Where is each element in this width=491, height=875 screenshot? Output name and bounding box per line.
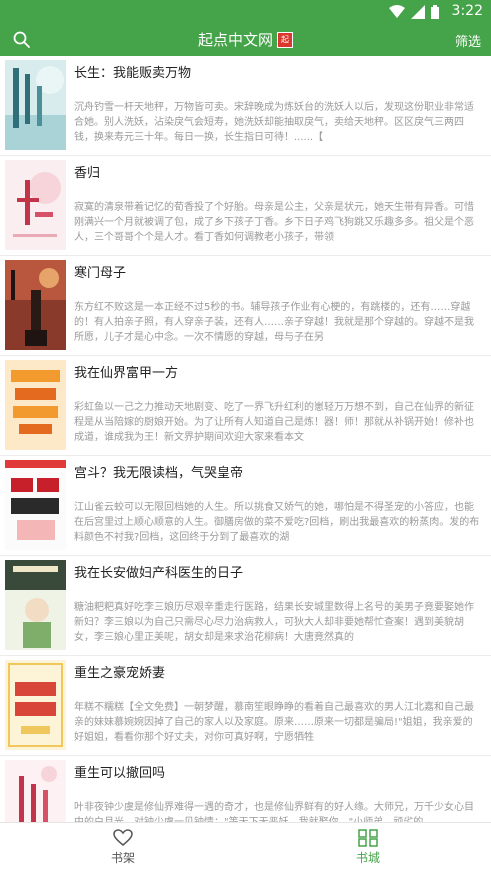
book-description: 沉舟钓雪一杆天地秤，万物皆可卖。宋辞晚成为炼妖台的洗妖人以后，发现这份职业非常适… xyxy=(74,102,474,143)
app-title: 起点中文网 xyxy=(197,31,273,49)
cover-hanmen-icon xyxy=(5,260,66,350)
book-title[interactable]: 我在仙界富甲一方 xyxy=(74,362,178,381)
app-bar: 起点中文网 起 筛选 xyxy=(0,24,491,56)
book-title[interactable]: 寒门母子 xyxy=(74,262,126,281)
battery-icon xyxy=(431,5,439,19)
book-title[interactable]: 重生之豪宠娇妻 xyxy=(74,662,165,681)
book-list-item[interactable]: 长生：我能贩卖万物 沉舟钓雪一杆天地秤，万物皆可卖。宋辞晚成为炼妖台的洗妖人以后… xyxy=(0,56,491,156)
cover-xianggui-icon xyxy=(5,160,66,250)
book-list-item[interactable]: 我在仙界富甲一方 彩虹鱼以一己之力推动天地剧变、吃了一界飞升红利的崽轻万万想不到… xyxy=(0,356,491,456)
cover-changan-icon xyxy=(5,560,66,650)
cover-haochong-icon xyxy=(5,660,66,750)
book-title[interactable]: 长生：我能贩卖万物 xyxy=(74,62,191,81)
book-title[interactable]: 我在长安做妇产科医生的日子 xyxy=(74,562,243,581)
signal-icon xyxy=(411,5,425,19)
book-title[interactable]: 香归 xyxy=(74,162,100,181)
app-title-container: 起点中文网 起 xyxy=(0,29,491,50)
book-list-item[interactable]: 重生之豪宠娇妻 年糕不糯糕【全文免费】一朝梦醒，慕南笙眼睁睁的看着自己最喜欢的男… xyxy=(0,656,491,756)
book-cover[interactable] xyxy=(5,60,66,150)
cover-gongdou-icon xyxy=(5,460,66,550)
book-list: 长生：我能贩卖万物 沉舟钓雪一杆天地秤，万物皆可卖。宋辞晚成为炼妖台的洗妖人以后… xyxy=(0,56,491,822)
logo-seal-icon: 起 xyxy=(277,31,293,48)
book-cover[interactable] xyxy=(5,660,66,750)
book-description: 江山雀云蛟可以无限回档她的人生。所以挑食又娇气的她，哪怕是不得圣宠的小答应，也能… xyxy=(74,502,480,543)
tab-bookshelf[interactable]: 书架 xyxy=(93,829,153,866)
book-title[interactable]: 宫斗？我无限读档，气哭皇帝 xyxy=(74,462,243,481)
book-cover[interactable] xyxy=(5,360,66,450)
book-list-item[interactable]: 香归 寂寞的清泉带着记忆的荀香投了个好胎。母亲是公主，父亲是状元，她天生带有异香… xyxy=(0,156,491,256)
book-description: 寂寞的清泉带着记忆的荀香投了个好胎。母亲是公主，父亲是状元，她天生带有异香。可惜… xyxy=(74,202,474,243)
status-time: 3:22 xyxy=(451,3,483,19)
tab-label: 书架 xyxy=(110,851,135,865)
book-cover[interactable] xyxy=(5,260,66,350)
cover-changsheng-icon xyxy=(5,60,66,150)
heart-icon xyxy=(113,829,133,846)
book-cover[interactable] xyxy=(5,560,66,650)
book-list-item[interactable]: 我在长安做妇产科医生的日子 糖油粑粑真好吃李三娘历尽艰辛重走行医路，结果长安城里… xyxy=(0,556,491,656)
book-cover[interactable] xyxy=(5,460,66,550)
book-title[interactable]: 重生可以撤回吗 xyxy=(74,762,165,781)
wifi-icon xyxy=(389,5,405,18)
cover-xianjie-icon xyxy=(5,360,66,450)
book-description: 年糕不糯糕【全文免费】一朝梦醒，慕南笙眼睁睁的看着自己最喜欢的男人江北嘉和自己最… xyxy=(74,702,474,743)
status-icons xyxy=(389,5,439,19)
book-list-item[interactable]: 寒门母子 东方红不败这是一本正经不过5秒的书。辅导孩子作业有心梗的，有跳楼的，还… xyxy=(0,256,491,356)
tab-label: 书城 xyxy=(355,851,380,865)
bottom-nav: 书架 书城 xyxy=(0,822,491,875)
tab-bookstore[interactable]: 书城 xyxy=(338,829,398,866)
book-description: 叶非夜钟少虞是修仙界难得一遇的奇才，也是修仙界鲜有的好人缘。大师兄，万千少女心目… xyxy=(74,802,474,822)
cover-chehui-icon xyxy=(5,760,66,822)
book-cover[interactable] xyxy=(5,760,66,822)
filter-button[interactable]: 筛选 xyxy=(455,31,481,50)
book-description: 糖油粑粑真好吃李三娘历尽艰辛重走行医路，结果长安城里数得上名号的美男子竟要娶她作… xyxy=(74,602,474,643)
book-description: 彩虹鱼以一己之力推动天地剧变、吃了一界飞升红利的崽轻万万想不到，自己在仙界的新征… xyxy=(74,402,474,443)
book-description: 东方红不败这是一本正经不过5秒的书。辅导孩子作业有心梗的，有跳楼的，还有……穿越… xyxy=(74,302,474,343)
book-list-item[interactable]: 重生可以撤回吗 叶非夜钟少虞是修仙界难得一遇的奇才，也是修仙界鲜有的好人缘。大师… xyxy=(0,756,491,822)
book-list-item[interactable]: 宫斗？我无限读档，气哭皇帝 江山雀云蛟可以无限回档她的人生。所以挑食又娇气的她，… xyxy=(0,456,491,556)
status-bar: 3:22 xyxy=(0,0,491,24)
book-cover[interactable] xyxy=(5,160,66,250)
grid-icon xyxy=(358,829,378,847)
